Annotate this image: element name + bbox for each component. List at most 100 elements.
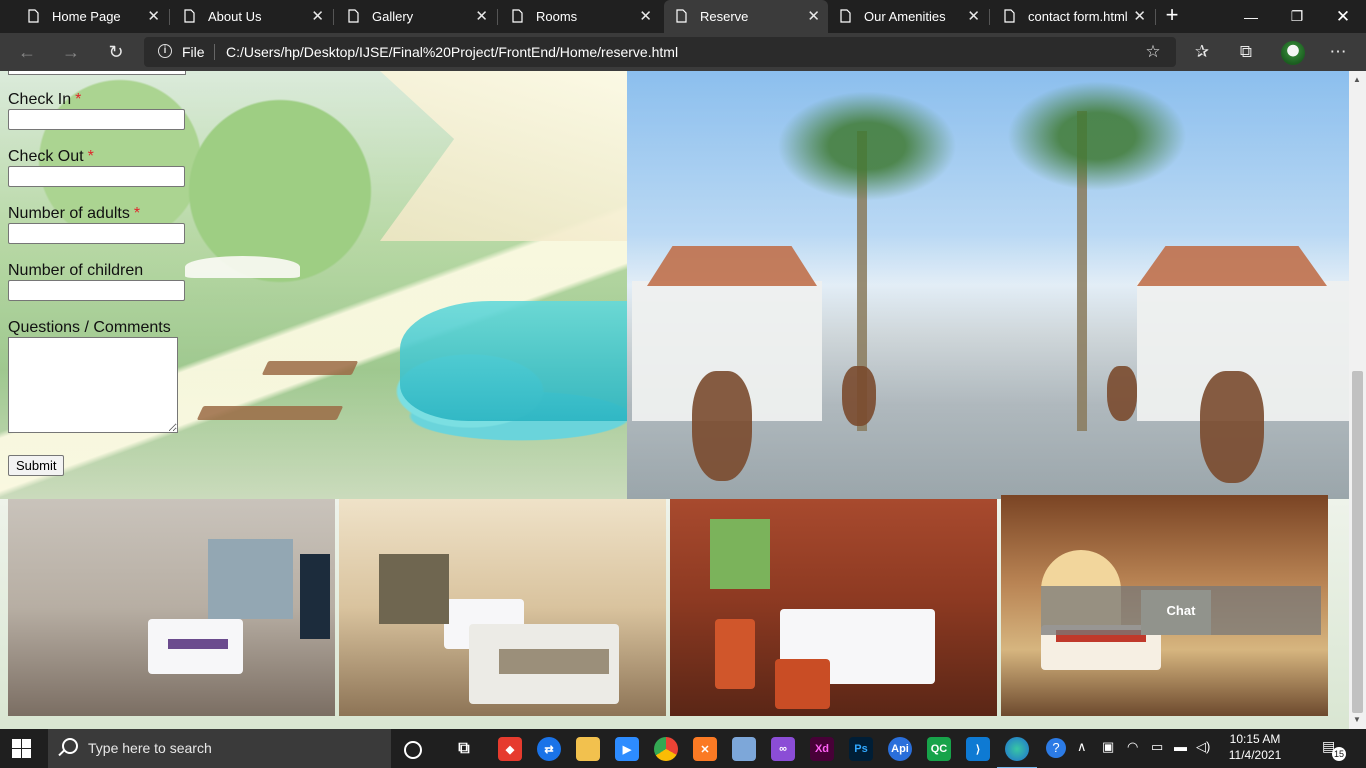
adults-label: Number of adults * (8, 205, 141, 222)
address-scheme-label: File (182, 44, 205, 60)
address-separator (214, 44, 215, 60)
api-tool-icon[interactable]: Api (888, 737, 912, 761)
required-mark: * (87, 148, 94, 165)
roof-decoration (647, 246, 817, 286)
anydesk-icon[interactable]: ◆ (498, 737, 522, 761)
scroll-up-icon[interactable]: ▲ (1353, 75, 1361, 84)
favorites-icon[interactable]: ✰ (1191, 41, 1213, 63)
browser-toolbar: ← → ↻ i File C:/Users/hp/Desktop/IJSE/Fi… (0, 33, 1366, 71)
tab-label: Reserve (700, 9, 749, 24)
tab-separator (497, 9, 498, 25)
previous-field-input[interactable] (8, 71, 186, 75)
adults-input[interactable] (8, 223, 185, 244)
visual-studio-icon[interactable]: ∞ (771, 737, 795, 761)
tab-separator (1155, 9, 1156, 25)
tab-separator (989, 9, 990, 25)
page-icon (348, 9, 359, 23)
zoom-icon[interactable]: ▶ (615, 737, 639, 761)
scroll-down-icon[interactable]: ▼ (1353, 715, 1361, 724)
room-photo-1 (8, 499, 335, 716)
page-icon (28, 9, 39, 23)
profile-avatar[interactable] (1281, 41, 1305, 65)
close-tab-icon[interactable]: ✕ (967, 7, 980, 25)
page-scrollbar[interactable]: ▲ ▼ (1349, 71, 1366, 729)
windows-logo-pane (22, 749, 31, 758)
window-decoration (379, 554, 449, 624)
close-tab-icon[interactable]: ✕ (311, 7, 324, 25)
wifi-icon[interactable]: ◠ (1127, 739, 1138, 755)
help-icon[interactable]: ? (1046, 738, 1066, 758)
close-tab-icon[interactable]: ✕ (1133, 7, 1146, 25)
info-icon[interactable]: i (158, 44, 172, 58)
teamviewer-icon[interactable]: ⇄ (537, 737, 561, 761)
adobe-xd-icon[interactable]: Xd (810, 737, 834, 761)
chrome-icon[interactable] (654, 737, 678, 761)
file-explorer-icon[interactable] (576, 737, 600, 761)
tab-home-page[interactable]: Home Page ✕ (16, 0, 168, 33)
tab-our-amenities[interactable]: Our Amenities ✕ (828, 0, 988, 33)
cortana-icon[interactable] (404, 741, 422, 759)
back-button[interactable]: ← (12, 37, 42, 67)
comments-textarea[interactable] (8, 337, 178, 433)
check-in-label: Check In * (8, 91, 82, 108)
tab-about-us[interactable]: About Us ✕ (172, 0, 332, 33)
qc-icon[interactable]: QC (927, 737, 951, 761)
tab-gallery[interactable]: Gallery ✕ (336, 0, 496, 33)
collections-icon[interactable]: ⧉ (1235, 41, 1257, 63)
page-icon (1004, 9, 1015, 23)
tab-rooms[interactable]: Rooms ✕ (500, 0, 660, 33)
chat-button[interactable]: Chat (1041, 586, 1321, 635)
taskbar-search[interactable]: Type here to search (48, 729, 391, 768)
notification-count: 15 (1332, 747, 1346, 761)
submit-button[interactable]: Submit (8, 455, 65, 476)
tab-contact-form[interactable]: contact form.html ✕ (992, 0, 1154, 33)
vscode-icon[interactable]: ⟩ (966, 737, 990, 761)
browser-tab-strip: Home Page ✕ About Us ✕ Gallery ✕ Rooms ✕… (0, 0, 1366, 33)
notification-center-button[interactable]: ▤ 15 (1322, 738, 1346, 761)
virtualbox-icon[interactable] (732, 737, 756, 761)
windows-logo-pane (12, 749, 21, 758)
close-tab-icon[interactable]: ✕ (639, 7, 652, 25)
close-tab-icon[interactable]: ✕ (147, 7, 160, 25)
address-bar[interactable]: i File C:/Users/hp/Desktop/IJSE/Final%20… (144, 37, 1176, 67)
close-tab-icon[interactable]: ✕ (475, 7, 488, 25)
page-icon (676, 9, 687, 23)
scrollbar-thumb[interactable] (1352, 371, 1363, 713)
check-out-input[interactable] (8, 166, 185, 187)
photoshop-icon[interactable]: Ps (849, 737, 873, 761)
tab-reserve[interactable]: Reserve ✕ (664, 0, 828, 33)
children-label: Number of children (8, 262, 144, 279)
windows-taskbar: Type here to search ⧉ ◆ ⇄ ▶ ✕ ∞ Xd Ps Ap… (0, 729, 1366, 768)
more-icon[interactable]: ⋯ (1327, 41, 1349, 63)
address-url[interactable]: C:/Users/hp/Desktop/IJSE/Final%20Project… (226, 44, 678, 60)
new-tab-button[interactable]: + (1160, 3, 1184, 29)
volume-icon[interactable]: ◁) (1196, 739, 1210, 755)
required-mark: * (133, 205, 141, 222)
chair-decoration (715, 619, 755, 689)
refresh-button[interactable]: ↻ (101, 37, 131, 67)
refresh-icon: ↻ (108, 41, 124, 62)
tab-label: Rooms (536, 9, 578, 24)
urn-decoration (842, 366, 876, 426)
edge-icon[interactable] (997, 737, 1037, 768)
xampp-icon[interactable]: ✕ (693, 737, 717, 761)
start-button[interactable] (12, 739, 31, 758)
close-tab-icon[interactable]: ✕ (807, 7, 820, 25)
restore-button[interactable]: ❐ (1274, 0, 1320, 33)
device-icon[interactable]: ▭ (1151, 739, 1163, 755)
check-in-input[interactable] (8, 109, 185, 130)
add-favorite-icon[interactable]: ☆ (1142, 41, 1164, 63)
children-input[interactable] (8, 280, 185, 301)
window-decoration (208, 539, 293, 619)
meet-now-icon[interactable]: ▣ (1102, 739, 1114, 755)
search-placeholder: Type here to search (88, 740, 212, 756)
chevron-up-icon[interactable]: ∧ (1077, 739, 1087, 755)
task-view-icon[interactable]: ⧉ (452, 737, 476, 761)
forward-button[interactable]: → (56, 37, 86, 67)
page-icon (840, 9, 851, 23)
battery-icon[interactable]: ▬ (1174, 739, 1187, 754)
check-out-label: Check Out * (8, 148, 94, 165)
close-window-button[interactable]: ✕ (1320, 0, 1366, 33)
system-clock[interactable]: 10:15 AM 11/4/2021 (1225, 731, 1285, 763)
minimize-button[interactable]: — (1228, 0, 1274, 33)
